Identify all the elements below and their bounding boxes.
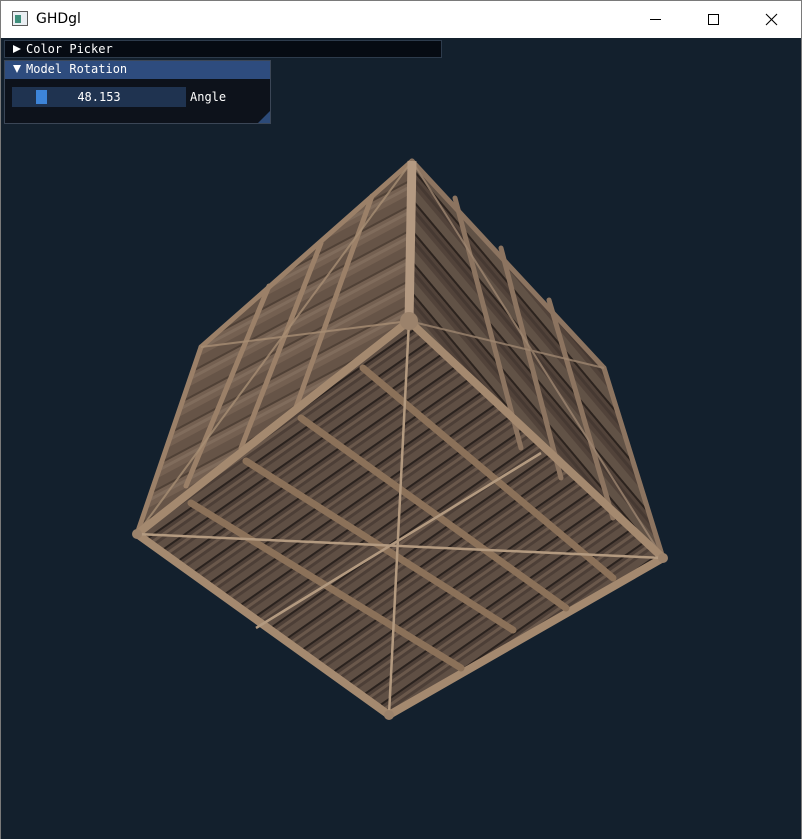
- angle-label: Angle: [190, 90, 227, 104]
- resize-grip[interactable]: [258, 111, 270, 123]
- collapse-arrow-icon: [13, 65, 21, 73]
- color-picker-header[interactable]: Color Picker: [4, 40, 442, 58]
- angle-value: 48.153: [77, 90, 121, 104]
- close-button[interactable]: [743, 1, 801, 38]
- title-bar[interactable]: GHDgl: [1, 1, 801, 38]
- close-icon: [765, 13, 778, 26]
- app-window: GHDgl Color Picker Model Rotation 48.153…: [0, 0, 802, 839]
- app-icon: [12, 11, 28, 26]
- minimize-icon: [650, 19, 661, 20]
- rendered-crate: [132, 158, 668, 720]
- model-rotation-label: Model Rotation: [26, 62, 128, 76]
- expand-arrow-icon: [13, 45, 21, 53]
- model-rotation-header[interactable]: Model Rotation: [5, 61, 270, 79]
- window-title: GHDgl: [36, 11, 81, 27]
- color-picker-label: Color Picker: [26, 42, 113, 56]
- angle-slider[interactable]: 48.153: [12, 87, 186, 107]
- render-viewport[interactable]: Color Picker Model Rotation 48.153 Angle: [1, 38, 801, 839]
- model-rotation-window: Model Rotation 48.153 Angle: [4, 60, 271, 124]
- maximize-icon: [708, 14, 719, 25]
- minimize-button[interactable]: [627, 1, 685, 38]
- maximize-button[interactable]: [685, 1, 743, 38]
